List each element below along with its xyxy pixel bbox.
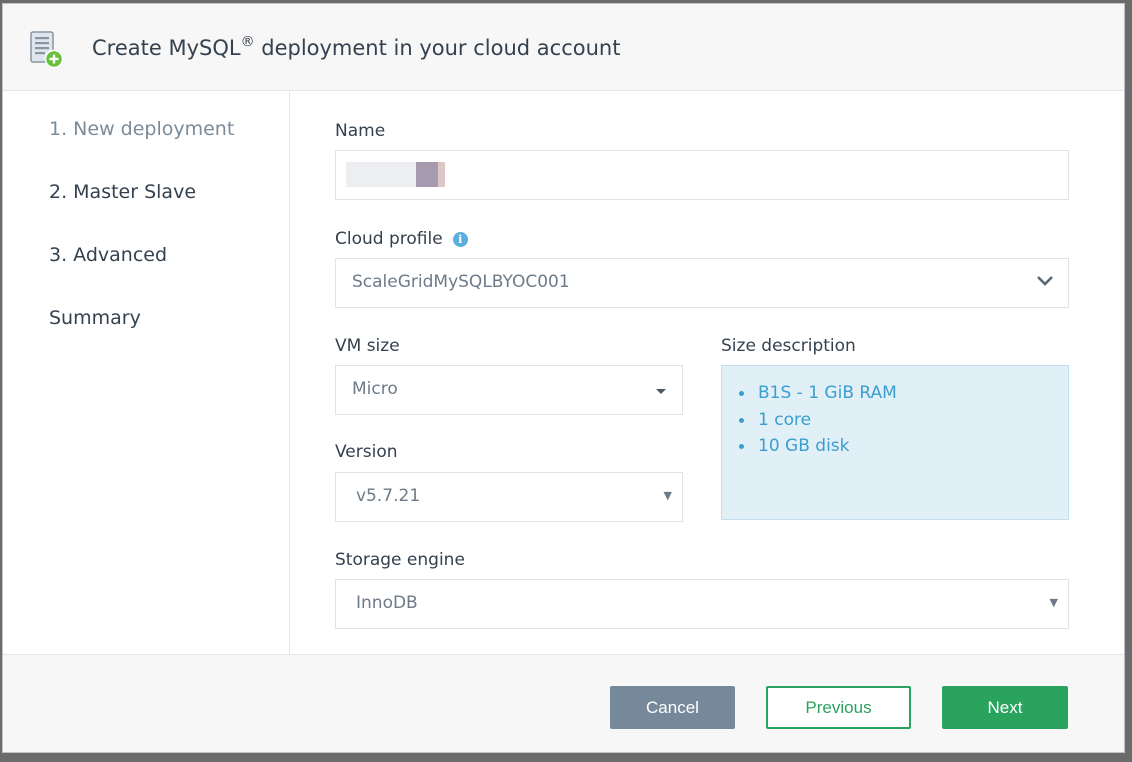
deployment-form: Name Cloud profile i ScaleGridMySQLBYOC00…	[335, 92, 1075, 654]
name-label: Name	[335, 121, 386, 141]
size-description-list: B1S - 1 GiB RAM 1 core 10 GB disk	[736, 380, 897, 460]
dialog-footer: Cancel Previous Next	[3, 654, 1124, 752]
version-select[interactable]: v5.7.21 ▼	[335, 472, 683, 522]
redacted-name-value	[346, 162, 446, 187]
size-description-label: Size description	[721, 336, 856, 356]
version-value: v5.7.21	[356, 486, 421, 506]
step-master-slave[interactable]: 2. Master Slave	[49, 181, 196, 203]
chevron-down-icon	[1037, 276, 1053, 286]
cancel-button[interactable]: Cancel	[610, 686, 735, 729]
step-new-deployment[interactable]: 1. New deployment	[49, 118, 234, 140]
storage-engine-select[interactable]: InnoDB ▼	[335, 579, 1069, 629]
name-input[interactable]	[335, 150, 1069, 200]
storage-engine-value: InnoDB	[356, 593, 418, 613]
cloud-profile-label: Cloud profile i	[335, 229, 468, 249]
wizard-steps-sidebar: 1. New deployment 2. Master Slave 3. Adv…	[3, 92, 290, 654]
create-deployment-dialog: Create MySQL® deployment in your cloud a…	[2, 3, 1125, 753]
cloud-profile-label-text: Cloud profile	[335, 229, 443, 249]
dialog-title-rest: deployment in your cloud account	[254, 36, 621, 60]
caret-down-icon	[656, 389, 666, 394]
cloud-profile-select[interactable]: ScaleGridMySQLBYOC001	[335, 258, 1069, 308]
vm-size-select[interactable]: Micro	[335, 365, 683, 415]
caret-down-icon: ▼	[663, 489, 672, 502]
dialog-title-main: Create MySQL	[92, 36, 241, 60]
version-label: Version	[335, 442, 398, 462]
registered-mark: ®	[240, 34, 255, 50]
cloud-profile-value: ScaleGridMySQLBYOC001	[352, 272, 570, 292]
storage-engine-label: Storage engine	[335, 550, 465, 570]
size-description-item: 10 GB disk	[736, 433, 897, 460]
size-description-box: B1S - 1 GiB RAM 1 core 10 GB disk	[721, 365, 1069, 520]
dialog-header: Create MySQL® deployment in your cloud a…	[3, 4, 1124, 91]
size-description-item: 1 core	[736, 407, 897, 434]
next-button[interactable]: Next	[942, 686, 1068, 729]
caret-down-icon: ▼	[1049, 596, 1058, 609]
vm-size-value: Micro	[352, 379, 398, 399]
step-summary[interactable]: Summary	[49, 307, 141, 329]
size-description-item: B1S - 1 GiB RAM	[736, 380, 897, 407]
previous-button[interactable]: Previous	[766, 686, 911, 729]
info-icon[interactable]: i	[452, 232, 468, 247]
server-add-icon	[30, 31, 64, 69]
dialog-title: Create MySQL® deployment in your cloud a…	[92, 34, 620, 60]
step-advanced[interactable]: 3. Advanced	[49, 244, 167, 266]
vm-size-label: VM size	[335, 336, 400, 356]
